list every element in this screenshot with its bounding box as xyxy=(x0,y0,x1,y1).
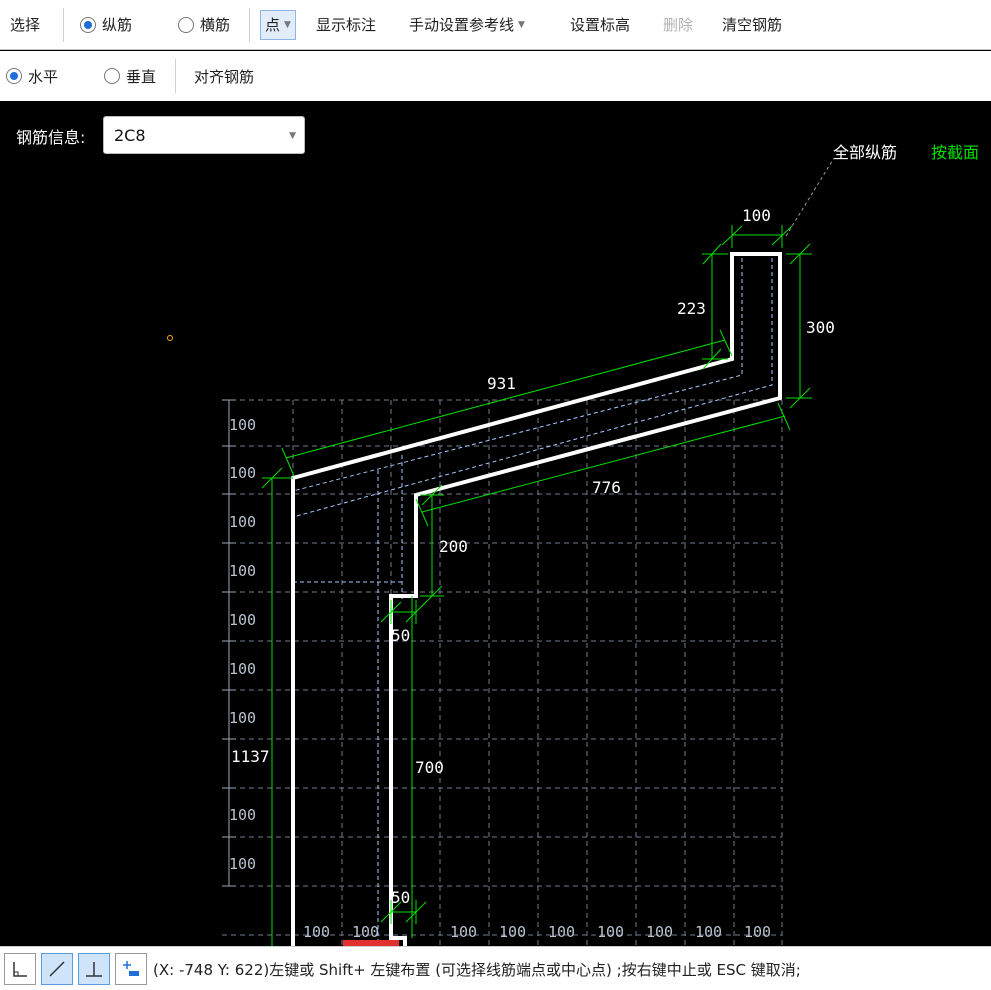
radio-horizontal[interactable]: 水平 xyxy=(6,51,58,101)
dimension-label: 300 xyxy=(806,318,835,337)
radio-checked-icon xyxy=(80,16,96,33)
rebar-info-label: 钢筋信息: xyxy=(16,128,86,147)
dimension-label: 1137 xyxy=(231,747,270,766)
dimension-label: 776 xyxy=(592,478,621,497)
perpendicular-icon[interactable] xyxy=(78,953,110,985)
status-bar: (X: -748 Y: 622)左键或 Shift+ 左键布置 (可选择线筋端点… xyxy=(0,946,991,990)
grid-bottom-labels: 100 100 100 100 100 100 100 100 100 xyxy=(303,923,771,941)
section-outline xyxy=(292,258,773,946)
all-long-rebar-label[interactable]: 全部纵筋 xyxy=(833,139,897,163)
dimension-label: 100 xyxy=(742,206,771,225)
point-plus-icon[interactable] xyxy=(115,953,147,985)
by-section-link[interactable]: 按截面 xyxy=(931,139,979,163)
align-rebar-button[interactable]: 对齐钢筋 xyxy=(194,51,254,101)
chevron-down-icon: ▼ xyxy=(518,19,525,30)
point-dropdown[interactable]: 点 ▼ xyxy=(260,0,296,49)
separator xyxy=(63,8,64,42)
grid-label: 100 xyxy=(499,923,526,941)
dimension-lines xyxy=(261,225,812,946)
radio-unchecked-icon xyxy=(178,16,194,33)
grid-label: 100 xyxy=(450,923,477,941)
chevron-down-icon: ▼ xyxy=(289,131,296,141)
dimension-label: 200 xyxy=(439,537,468,556)
delete-button[interactable]: 删除 xyxy=(663,0,693,49)
radio-checked-icon xyxy=(6,68,22,84)
toolbar-secondary: 水平 垂直 对齐钢筋 xyxy=(0,51,991,101)
corner-icon[interactable] xyxy=(4,953,36,985)
chevron-down-icon: ▼ xyxy=(284,19,291,30)
grid-label: 100 xyxy=(229,709,256,727)
grid-label: 100 xyxy=(597,923,624,941)
toolbar-main: 选择 纵筋 横筋 点 ▼ 显示标注 手动设置参考线 ▼ 设置标高 删除 清空钢筋 xyxy=(0,0,991,50)
status-message: (X: -748 Y: 622)左键或 Shift+ 左键布置 (可选择线筋端点… xyxy=(153,961,801,979)
grid-label: 100 xyxy=(352,923,379,941)
dimension-label: 50 xyxy=(391,626,410,645)
grid-label: 100 xyxy=(303,923,330,941)
separator xyxy=(249,8,250,42)
drawing-canvas[interactable]: 100 100 100 100 100 100 100 100 100 100 … xyxy=(0,101,991,946)
radio-unchecked-icon xyxy=(104,68,120,84)
grid-label: 100 xyxy=(229,562,256,580)
radio-longitudinal[interactable]: 纵筋 xyxy=(80,0,132,49)
cursor-point xyxy=(167,335,173,341)
grid-label: 100 xyxy=(646,923,673,941)
grid-label: 100 xyxy=(229,464,256,482)
dimension-label: 931 xyxy=(487,374,516,393)
grid xyxy=(222,399,783,946)
grid-label: 100 xyxy=(229,855,256,873)
grid-label: 100 xyxy=(695,923,722,941)
dimension-label: 700 xyxy=(415,758,444,777)
grid-label: 100 xyxy=(229,611,256,629)
select-button[interactable]: 选择 xyxy=(10,0,40,49)
radio-transverse[interactable]: 横筋 xyxy=(178,0,230,49)
grid-label: 100 xyxy=(229,513,256,531)
separator xyxy=(175,59,176,93)
line-icon[interactable] xyxy=(41,953,73,985)
rebar-info-select[interactable]: 2C8 ▼ xyxy=(103,116,305,154)
dimension-labels: 100 223 300 931 776 200 50 700 50 1137 xyxy=(231,206,835,907)
grid-label: 100 xyxy=(744,923,771,941)
radio-vertical[interactable]: 垂直 xyxy=(104,51,156,101)
grid-label: 100 xyxy=(548,923,575,941)
rebar-shape[interactable] xyxy=(291,252,782,946)
rebar-drawing: 100 100 100 100 100 100 100 100 100 100 … xyxy=(167,157,835,946)
grid-label: 100 xyxy=(229,416,256,434)
dimension-label: 50 xyxy=(391,888,410,907)
manual-reference-line-dropdown[interactable]: 手动设置参考线 ▼ xyxy=(409,0,525,49)
set-elevation-button[interactable]: 设置标高 xyxy=(570,0,630,49)
dimension-label: 223 xyxy=(677,299,706,318)
leader-line xyxy=(785,157,835,237)
show-annotation-button[interactable]: 显示标注 xyxy=(316,0,376,49)
grid-label: 100 xyxy=(229,660,256,678)
grid-left-labels: 100 100 100 100 100 100 100 100 100 xyxy=(229,416,256,873)
grid-label: 100 xyxy=(229,806,256,824)
clear-rebar-button[interactable]: 清空钢筋 xyxy=(722,0,782,49)
